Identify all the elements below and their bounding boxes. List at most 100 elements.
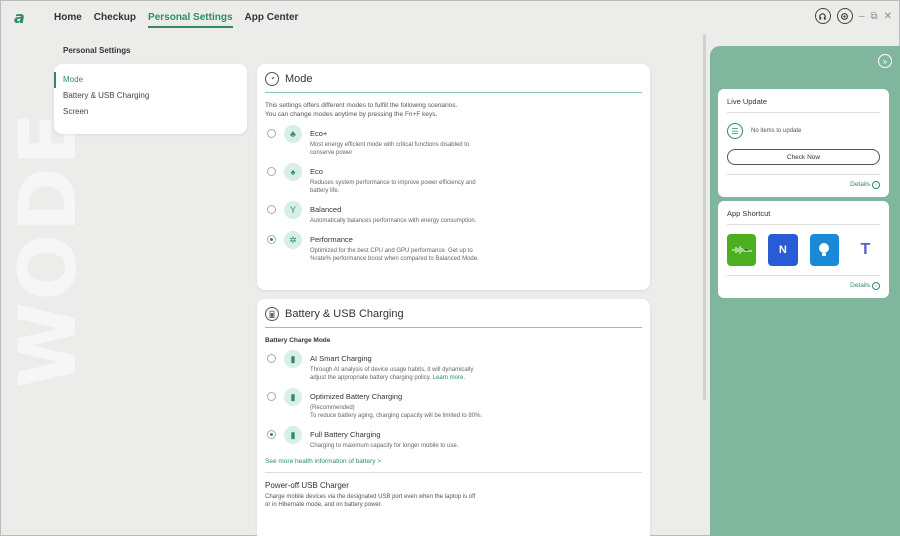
main-nav: Home Checkup Personal Settings App Cente… <box>54 12 298 28</box>
mode-option-performance[interactable]: ✲ Performance Optimized for the best CPU… <box>265 231 642 263</box>
mode-description-line-1: This settings offers different modes to … <box>265 102 458 109</box>
live-update-status: No items to update <box>751 128 802 134</box>
nav-home[interactable]: Home <box>54 12 82 28</box>
background-watermark: WODE <box>4 110 94 389</box>
performance-icon: ✲ <box>284 231 302 249</box>
option-desc: (Recommended) To reduce battery aging, ch… <box>310 404 482 420</box>
battery-health-link[interactable]: See more health information of battery > <box>265 458 642 473</box>
battery-full-icon: ▮ <box>284 426 302 444</box>
battery-option-full[interactable]: ▮ Full Battery Charging Charging to maxi… <box>265 426 642 450</box>
option-desc-line-1: Optimized for the best CPU and GPU perfo… <box>310 248 473 254</box>
option-desc: Reduces system performance to improve po… <box>310 179 476 195</box>
usb-desc-line-2: or in Hibernate mode, and on battery pow… <box>265 502 383 508</box>
option-desc: Optimized for the best CPU and GPU perfo… <box>310 247 479 263</box>
restore-icon[interactable]: ⧉ <box>870 11 877 22</box>
ai-battery-icon: ▮ <box>284 350 302 368</box>
scrollbar[interactable] <box>703 34 706 400</box>
usb-desc-line-1: Charge mobile devices via the designated… <box>265 494 476 500</box>
option-title: Optimized Battery Charging <box>310 392 403 401</box>
nav-checkup[interactable]: Checkup <box>94 12 136 28</box>
option-desc-line-2: To reduce battery aging, charging capaci… <box>310 413 483 419</box>
sidebar-item-mode[interactable]: Mode <box>54 72 247 88</box>
leaf-icon: ♣ <box>284 125 302 143</box>
app-shortcut-1-icon[interactable] <box>727 234 757 266</box>
radio-eco[interactable] <box>267 167 276 176</box>
minimize-icon[interactable]: – <box>859 11 865 22</box>
nav-personal-settings[interactable]: Personal Settings <box>148 12 233 28</box>
option-title: Eco+ <box>310 129 328 138</box>
sprout-icon: Y <box>284 201 302 219</box>
option-desc-line-2: %rate% performance boost when compared t… <box>310 256 479 262</box>
app-shortcut-card: App Shortcut N T Details › <box>718 201 889 298</box>
sidebar-item-screen[interactable]: Screen <box>54 104 247 120</box>
option-title: Eco <box>310 167 323 176</box>
battery-option-optimized[interactable]: ▮ Optimized Battery Charging (Recommende… <box>265 388 642 420</box>
live-update-card: Live Update ☰ No items to update Check N… <box>718 89 889 197</box>
option-desc-line-2: adjust the appropriate battery charging … <box>310 375 431 381</box>
tree-icon: ♠ <box>284 163 302 181</box>
mode-option-eco-plus[interactable]: ♣ Eco+ Most energy efficient mode with c… <box>265 125 642 157</box>
live-update-details-link[interactable]: Details › <box>727 174 880 189</box>
mode-description-line-2: You can change modes anytime by pressing… <box>265 111 438 118</box>
battery-charge-mode-label: Battery Charge Mode <box>265 337 331 344</box>
chevron-right-icon: › <box>872 181 880 189</box>
mode-card-header: Mode <box>265 72 642 93</box>
expand-icon[interactable]: » <box>878 54 892 68</box>
mode-description: This settings offers different modes to … <box>265 101 642 119</box>
option-desc-line-1: Most energy efficient mode with critical… <box>310 142 470 148</box>
page-title: Personal Settings <box>63 46 131 55</box>
app-shortcut-2-icon[interactable]: N <box>768 234 798 266</box>
option-desc-line-1: Reduces system performance to improve po… <box>310 180 476 186</box>
learn-more-link[interactable]: Learn more. <box>433 375 465 381</box>
option-desc: Most energy efficient mode with critical… <box>310 141 469 157</box>
details-label: Details <box>850 282 870 289</box>
chevron-right-icon: › <box>872 282 880 290</box>
update-list-icon: ☰ <box>727 123 743 139</box>
close-icon[interactable]: ✕ <box>884 11 892 22</box>
top-bar: a Home Checkup Personal Settings App Cen… <box>0 0 900 36</box>
usb-charger-desc: Charge mobile devices via the designated… <box>265 493 642 509</box>
settings-icon[interactable] <box>836 8 853 24</box>
mode-card: Mode This settings offers different mode… <box>257 64 650 290</box>
radio-performance[interactable] <box>267 235 276 244</box>
radio-full[interactable] <box>267 430 276 439</box>
top-icons: – ⧉ ✕ <box>814 8 892 24</box>
headset-icon[interactable] <box>814 8 831 24</box>
option-desc-line-1: (Recommended) <box>310 405 355 411</box>
battery-icon <box>265 307 279 321</box>
nav-app-center[interactable]: App Center <box>245 12 299 28</box>
battery-card: Battery & USB Charging Battery Charge Mo… <box>257 299 650 536</box>
live-update-status-row: ☰ No items to update <box>727 123 880 139</box>
option-desc-line-2: conserve power <box>310 150 353 156</box>
app-shortcut-list: N T <box>727 234 880 266</box>
battery-option-ai[interactable]: ▮ AI Smart Charging Through AI analysis … <box>265 350 642 382</box>
radio-eco-plus[interactable] <box>267 129 276 138</box>
lightbulb-app-icon[interactable] <box>809 234 839 266</box>
app-shortcut-title: App Shortcut <box>727 209 880 225</box>
teams-app-icon[interactable]: T <box>851 234 880 266</box>
option-desc: Charging to maximum capacity for longer … <box>310 443 459 449</box>
check-now-button[interactable]: Check Now <box>727 149 880 165</box>
battery-card-header: Battery & USB Charging <box>265 307 642 328</box>
mode-option-eco[interactable]: ♠ Eco Reduces system performance to impr… <box>265 163 642 195</box>
battery-heart-icon: ▮ <box>284 388 302 406</box>
sidebar-item-battery[interactable]: Battery & USB Charging <box>54 88 247 104</box>
app-shortcut-details-link[interactable]: Details › <box>727 275 880 290</box>
details-label: Details <box>850 181 870 188</box>
option-desc-line-2: battery life. <box>310 188 340 194</box>
mode-card-title: Mode <box>285 73 313 85</box>
mode-option-balanced[interactable]: Y Balanced Automatically balances perfor… <box>265 201 642 225</box>
option-desc-line-1: Through AI analysis of device usage habi… <box>310 367 474 373</box>
option-desc: Automatically balances performance with … <box>310 218 477 224</box>
option-desc: Through AI analysis of device usage habi… <box>310 366 473 382</box>
radio-optimized[interactable] <box>267 392 276 401</box>
settings-sidebar: Mode Battery & USB Charging Screen <box>54 64 247 134</box>
usb-charger-title: Power-off USB Charger <box>265 481 349 490</box>
radio-ai-smart[interactable] <box>267 354 276 363</box>
option-title: Full Battery Charging <box>310 430 381 439</box>
gauge-icon <box>265 72 279 86</box>
radio-balanced[interactable] <box>267 205 276 214</box>
live-update-title: Live Update <box>727 97 880 113</box>
option-title: Performance <box>310 235 353 244</box>
app-logo: a <box>14 8 25 27</box>
